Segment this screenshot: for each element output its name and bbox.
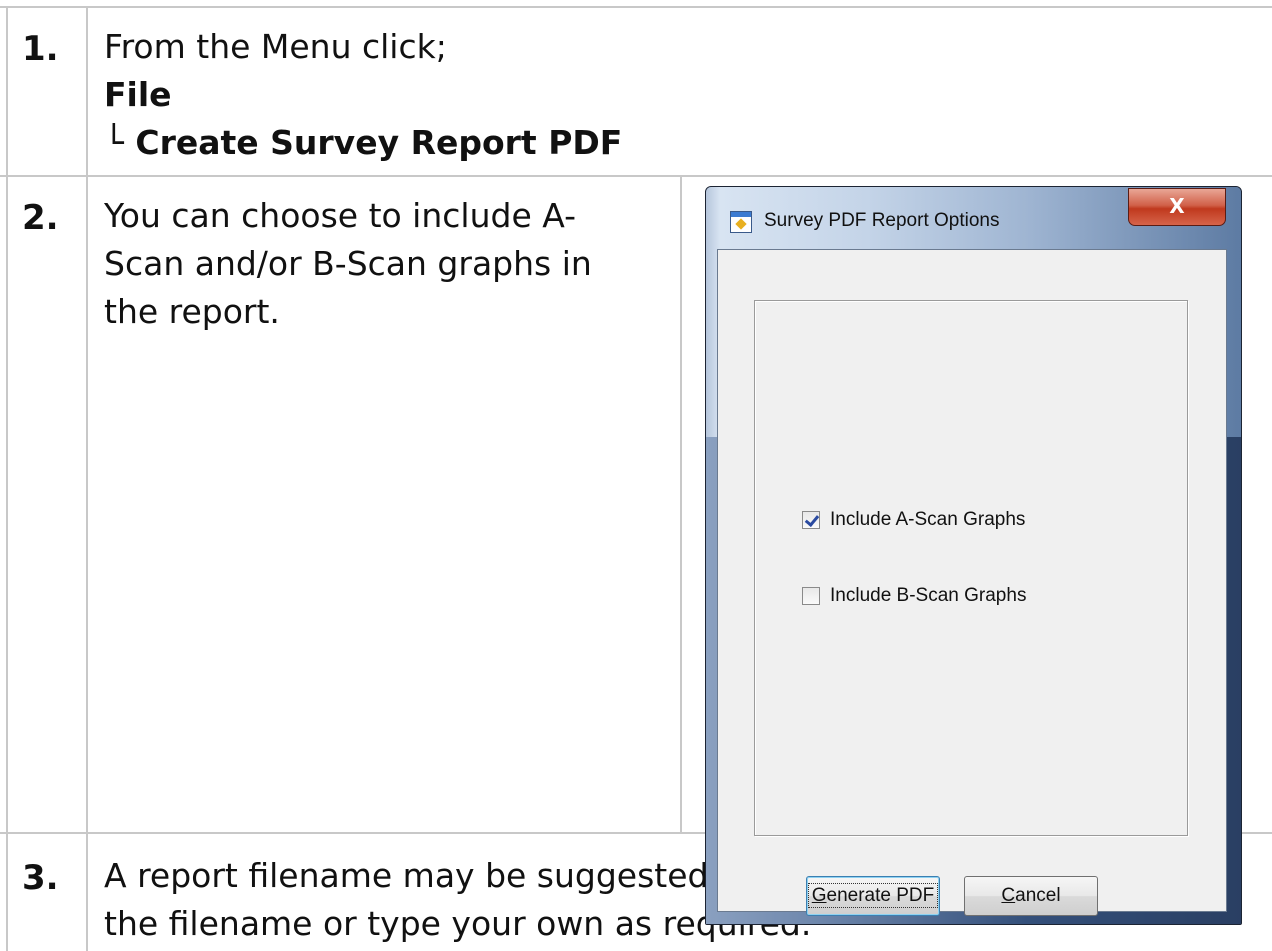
step-number: 3. — [22, 858, 59, 898]
generate-mnemonic: G — [811, 885, 827, 906]
include-b-scan-option[interactable]: Include B-Scan Graphs — [802, 584, 1026, 608]
cancel-mnemonic: C — [1001, 885, 1016, 906]
step-number: 2. — [22, 198, 59, 238]
table-column-divider — [86, 6, 88, 951]
include-b-scan-label: Include B-Scan Graphs — [830, 585, 1027, 606]
step-text: Scan and/or B-Scan graphs in — [104, 244, 592, 283]
include-a-scan-checkbox[interactable] — [802, 511, 820, 529]
table-row-divider — [0, 175, 1272, 177]
dialog-client-area: Include A-Scan Graphs Include B-Scan Gra… — [717, 249, 1227, 916]
close-button[interactable]: X — [1128, 188, 1226, 226]
table-column-divider — [680, 176, 682, 833]
include-b-scan-checkbox[interactable] — [802, 587, 820, 605]
app-window-icon — [730, 211, 752, 233]
menu-path-create-report: └ Create Survey Report PDF — [104, 123, 623, 162]
table-border-top — [0, 6, 1272, 8]
include-a-scan-option[interactable]: Include A-Scan Graphs — [802, 508, 1025, 532]
dialog-title: Survey PDF Report Options — [764, 210, 1000, 231]
step-number: 1. — [22, 29, 59, 69]
cancel-button[interactable]: Cancel — [964, 876, 1098, 916]
generate-pdf-button[interactable]: Generate PDF — [806, 876, 940, 916]
survey-pdf-report-options-dialog: Survey PDF Report Options X Include A-Sc… — [705, 186, 1242, 925]
step-text: the report. — [104, 292, 280, 331]
table-border-left — [6, 6, 8, 951]
step-text: From the Menu click; — [104, 27, 447, 66]
options-group-box — [754, 300, 1188, 836]
step-text: You can choose to include A- — [104, 196, 576, 235]
include-a-scan-label: Include A-Scan Graphs — [830, 509, 1026, 530]
menu-path-file: File — [104, 75, 172, 114]
cancel-label-rest: ancel — [1015, 885, 1061, 906]
generate-label-rest: enerate PDF — [826, 885, 935, 906]
generate-pdf-label: Generate PDF — [807, 883, 939, 908]
